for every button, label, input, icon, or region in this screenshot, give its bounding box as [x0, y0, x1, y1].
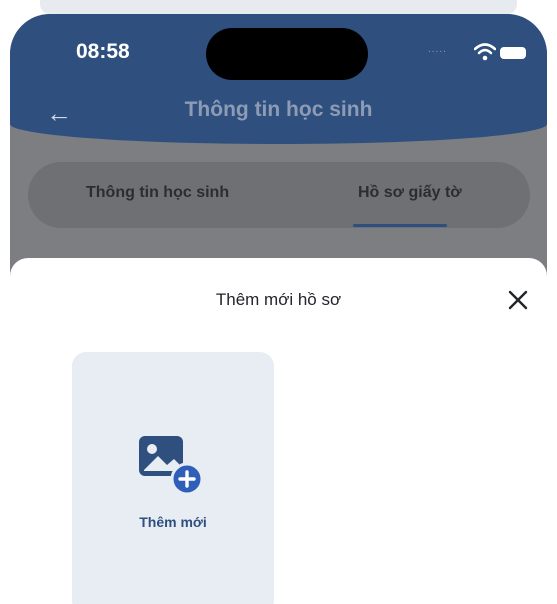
- tab-student-info[interactable]: Thông tin học sinh: [86, 184, 229, 202]
- wifi-icon: [474, 43, 496, 61]
- active-tab-indicator: [353, 224, 447, 227]
- page-title: Thông tin học sinh: [184, 98, 373, 121]
- signal-dots: .....: [428, 44, 447, 55]
- battery-icon: [500, 47, 526, 59]
- image-add-icon: [139, 436, 204, 496]
- frame-top-bar: [40, 0, 517, 14]
- add-new-card[interactable]: Thêm mới: [72, 352, 274, 604]
- bottom-sheet: Thêm mới hồ sơ Thêm mới: [10, 258, 547, 604]
- status-time: 08:58: [76, 40, 130, 63]
- status-icons: .....: [420, 42, 530, 62]
- sheet-title: Thêm mới hồ sơ: [215, 290, 342, 309]
- screenshot-frame: 08:58 ..... ← Thông tin học sinh Thông t…: [0, 0, 557, 604]
- app-header: 08:58 ..... ← Thông tin học sinh: [10, 14, 547, 144]
- tab-bar: Thông tin học sinh Hồ sơ giấy tờ: [28, 162, 530, 228]
- close-icon[interactable]: [506, 288, 530, 312]
- dynamic-island: [206, 28, 368, 80]
- phone-screen: 08:58 ..... ← Thông tin học sinh Thông t…: [10, 14, 547, 604]
- add-new-label: Thêm mới: [139, 514, 207, 530]
- tab-documents[interactable]: Hồ sơ giấy tờ: [358, 184, 462, 202]
